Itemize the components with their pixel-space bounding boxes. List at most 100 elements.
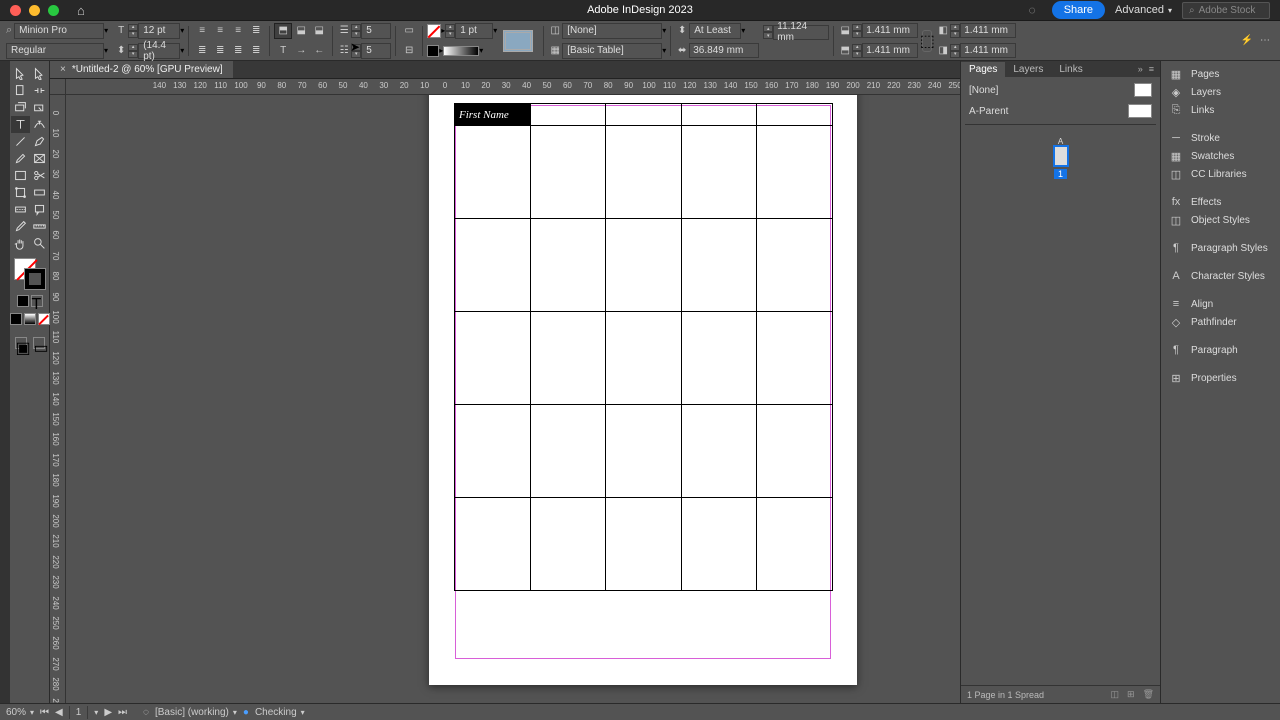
master-none-thumb[interactable]: [1134, 83, 1152, 97]
vertical-ruler[interactable]: 0102030405060708090100110120130140150160…: [50, 95, 66, 703]
fill-stroke-proxy[interactable]: [14, 258, 46, 290]
edit-page-size-icon[interactable]: ◫: [1111, 689, 1120, 700]
measure-tool[interactable]: [30, 218, 49, 235]
justify-button[interactable]: ≣: [247, 23, 265, 39]
table-cell[interactable]: [757, 405, 833, 498]
color-profile[interactable]: [Basic] (working)▾: [155, 707, 237, 718]
stroke-type-field[interactable]: [443, 46, 479, 56]
font-style-field[interactable]: Regular: [6, 43, 104, 59]
inset-left-field[interactable]: 1.411 mm: [960, 23, 1016, 38]
hand-tool[interactable]: [11, 235, 30, 252]
table-cell[interactable]: [530, 219, 606, 312]
table-cell[interactable]: [530, 126, 606, 219]
justify-center-button[interactable]: ≣: [211, 43, 229, 59]
close-tab-icon[interactable]: ×: [60, 64, 66, 75]
collapse-panel-icon[interactable]: »: [1138, 64, 1143, 74]
master-parent-row[interactable]: A-Parent: [965, 102, 1156, 120]
leading-stepper[interactable]: ▴▾: [128, 44, 138, 58]
new-page-icon[interactable]: ⊞: [1127, 689, 1135, 700]
row-height-stepper[interactable]: ▴▾: [763, 25, 773, 39]
direct-selection-tool[interactable]: [30, 65, 49, 82]
rail-links[interactable]: ⎘Links: [1161, 101, 1280, 119]
apply-none[interactable]: [38, 313, 50, 325]
note-tool[interactable]: [30, 201, 49, 218]
minimize-window-button[interactable]: [29, 5, 40, 16]
document-tab[interactable]: × *Untitled-2 @ 60% [GPU Preview]: [50, 61, 233, 78]
unmerge-cells-button[interactable]: ⊟: [400, 43, 418, 59]
selection-tool[interactable]: [11, 65, 30, 82]
table-cell[interactable]: [606, 498, 682, 591]
merge-cells-button[interactable]: ▭: [400, 23, 418, 39]
table-header-cell[interactable]: First Name: [455, 104, 531, 126]
cell-style-field[interactable]: [None]: [562, 23, 662, 39]
justify-right-button[interactable]: ≣: [229, 43, 247, 59]
rail-character-styles[interactable]: ACharacter Styles: [1161, 267, 1280, 285]
preflight-menu[interactable]: Checking▾: [255, 707, 305, 718]
pencil-tool[interactable]: [11, 150, 30, 167]
ruler-origin[interactable]: [50, 79, 66, 95]
table-cell[interactable]: [530, 405, 606, 498]
rail-pages[interactable]: ▦Pages: [1161, 65, 1280, 83]
border-proxy[interactable]: [503, 30, 533, 52]
normal-view-button[interactable]: ▣: [15, 337, 27, 349]
table-cell[interactable]: [530, 498, 606, 591]
rows-field[interactable]: 5: [361, 23, 391, 39]
inset-right-stepper[interactable]: ▴▾: [950, 44, 960, 58]
gradient-feather-tool[interactable]: [11, 201, 30, 218]
valign-middle-button[interactable]: ⬓: [292, 23, 310, 39]
table-cell[interactable]: [757, 219, 833, 312]
table-cell[interactable]: [681, 312, 757, 405]
table-cell[interactable]: [757, 312, 833, 405]
table-cell[interactable]: [757, 498, 833, 591]
rail-swatches[interactable]: ▦Swatches: [1161, 147, 1280, 165]
rail-effects[interactable]: fxEffects: [1161, 193, 1280, 211]
table-cell[interactable]: [681, 126, 757, 219]
preview-view-button[interactable]: ▭: [33, 337, 45, 349]
rail-cc-libraries[interactable]: ◫CC Libraries: [1161, 165, 1280, 183]
inset-bottom-field[interactable]: 1.411 mm: [862, 43, 918, 58]
content-collector-tool[interactable]: [11, 99, 30, 116]
rail-properties[interactable]: ⊞Properties: [1161, 369, 1280, 387]
free-transform-tool[interactable]: [11, 184, 30, 201]
panel-menu-icon[interactable]: ≡: [1149, 64, 1154, 74]
write-rtl-button[interactable]: ←: [310, 43, 328, 59]
page-number-field[interactable]: 1: [69, 706, 89, 719]
rectangle-tool[interactable]: [11, 167, 30, 184]
font-family-field[interactable]: Minion Pro: [14, 23, 104, 39]
type-tool[interactable]: [11, 116, 30, 133]
table-cell[interactable]: [681, 405, 757, 498]
home-button[interactable]: ⌂: [77, 3, 85, 18]
first-page-button[interactable]: ⏮: [40, 707, 49, 718]
table-cell[interactable]: [455, 126, 531, 219]
scissors-tool[interactable]: [30, 167, 49, 184]
canvas[interactable]: First Name: [66, 95, 960, 703]
rail-align[interactable]: ≡Align: [1161, 295, 1280, 313]
workspace-switcher[interactable]: Advanced▾: [1115, 4, 1172, 16]
table-cell[interactable]: [606, 126, 682, 219]
table-cell[interactable]: [757, 126, 833, 219]
table-cell[interactable]: [606, 312, 682, 405]
rail-paragraph[interactable]: ¶Paragraph: [1161, 341, 1280, 359]
rectangle-frame-tool[interactable]: [30, 150, 49, 167]
last-page-button[interactable]: ⏭: [118, 707, 127, 718]
table-cell[interactable]: [530, 312, 606, 405]
apply-gradient[interactable]: [24, 313, 36, 325]
row-height-mode[interactable]: At Least: [689, 23, 741, 39]
table-cell[interactable]: [455, 498, 531, 591]
delete-page-icon[interactable]: 🗑: [1143, 689, 1154, 700]
inset-right-field[interactable]: 1.411 mm: [960, 43, 1016, 58]
stroke-weight-field[interactable]: 1 pt: [455, 23, 493, 39]
formatting-container-button[interactable]: T: [31, 295, 43, 307]
maximize-window-button[interactable]: [48, 5, 59, 16]
rows-stepper[interactable]: ▴▾: [351, 24, 361, 38]
inset-top-field[interactable]: 1.411 mm: [862, 23, 918, 38]
help-bulb-icon[interactable]: ◌: [1023, 1, 1042, 19]
font-size-stepper[interactable]: ▴▾: [128, 24, 138, 38]
cols-stepper[interactable]: ▴▾: [351, 44, 361, 58]
table-cell[interactable]: [606, 405, 682, 498]
inset-top-stepper[interactable]: ▴▾: [852, 24, 862, 38]
rail-object-styles[interactable]: ◫Object Styles: [1161, 211, 1280, 229]
align-right-button[interactable]: ≡: [229, 23, 247, 39]
write-ltr-button[interactable]: →: [292, 43, 310, 59]
type-path-tool[interactable]: [30, 116, 49, 133]
